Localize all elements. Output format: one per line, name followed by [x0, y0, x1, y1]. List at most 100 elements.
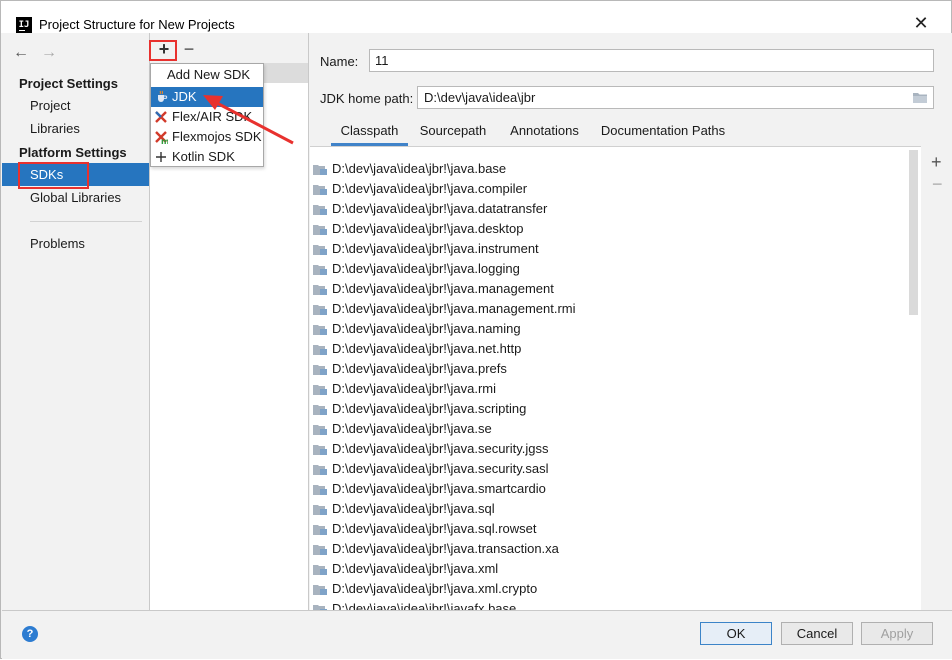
- add-path-plus-icon[interactable]: +: [931, 152, 942, 173]
- classpath-row-label: D:\dev\java\idea\jbr!\java.rmi: [332, 381, 497, 396]
- popup-item-label: JDK: [172, 89, 197, 104]
- jar-folder-icon: [313, 385, 327, 395]
- vertical-scrollbar[interactable]: [907, 147, 920, 611]
- jar-folder-icon: [313, 165, 327, 175]
- jar-folder-icon: [313, 365, 327, 375]
- sdks-highlight-box: [18, 162, 89, 189]
- name-label: Name:: [320, 54, 359, 69]
- jar-folder-icon: [313, 545, 327, 555]
- classpath-row[interactable]: D:\dev\java\idea\jbr!\java.naming: [312, 319, 521, 339]
- tab-documentation-paths[interactable]: Documentation Paths: [596, 118, 730, 146]
- classpath-row-label: D:\dev\java\idea\jbr!\java.datatransfer: [332, 201, 548, 216]
- forward-arrow-icon[interactable]: →: [40, 43, 58, 63]
- scrollbar-thumb[interactable]: [909, 150, 918, 315]
- classpath-row-label: D:\dev\java\idea\jbr!\java.net.http: [332, 341, 522, 356]
- classpath-row[interactable]: D:\dev\java\idea\jbr!\java.compiler: [312, 179, 527, 199]
- classpath-row[interactable]: D:\dev\java\idea\jbr!\java.transaction.x…: [312, 539, 559, 559]
- classpath-row-label: D:\dev\java\idea\jbr!\java.compiler: [332, 181, 528, 196]
- classpath-row[interactable]: D:\dev\java\idea\jbr!\java.smartcardio: [312, 479, 546, 499]
- flex-air-icon: [155, 111, 167, 123]
- tab-annotations[interactable]: Annotations: [499, 118, 590, 146]
- nav-item-project[interactable]: Project: [30, 96, 70, 116]
- folder-icon[interactable]: [912, 91, 928, 104]
- cancel-button[interactable]: Cancel: [781, 622, 853, 645]
- classpath-row-label: D:\dev\java\idea\jbr!\java.instrument: [332, 241, 539, 256]
- classpath-row-label: D:\dev\java\idea\jbr!\java.transaction.x…: [332, 541, 559, 556]
- back-arrow-icon[interactable]: ←: [12, 43, 30, 63]
- dialog-title: Project Structure for New Projects: [39, 17, 235, 32]
- jar-folder-icon: [313, 465, 327, 475]
- classpath-row-label: D:\dev\java\idea\jbr!\java.desktop: [332, 221, 524, 236]
- settings-nav: ← → Project Settings Project Libraries P…: [2, 33, 149, 610]
- classpath-row[interactable]: D:\dev\java\idea\jbr!\java.instrument: [312, 239, 539, 259]
- plus-icon: [156, 152, 166, 162]
- classpath-row-label: D:\dev\java\idea\jbr!\java.naming: [332, 321, 521, 336]
- ok-button[interactable]: OK: [700, 622, 772, 645]
- classpath-row-label: D:\dev\java\idea\jbr!\java.xml.crypto: [332, 581, 538, 596]
- close-icon[interactable]: ✕: [913, 14, 929, 32]
- classpath-row[interactable]: D:\dev\java\idea\jbr!\java.xml.crypto: [312, 579, 537, 599]
- flexmojos-icon: m: [155, 131, 168, 144]
- add-button-highlight-box: [149, 40, 177, 61]
- jdk-home-path-value: D:\dev\java\idea\jbr: [424, 90, 536, 105]
- jar-folder-icon: [313, 405, 327, 415]
- jdk-home-path-field[interactable]: D:\dev\java\idea\jbr: [417, 86, 934, 109]
- classpath-row[interactable]: D:\dev\java\idea\jbr!\java.rmi: [312, 379, 496, 399]
- classpath-row[interactable]: D:\dev\java\idea\jbr!\java.xml: [312, 559, 498, 579]
- jar-folder-icon: [313, 485, 327, 495]
- classpath-row[interactable]: D:\dev\java\idea\jbr!\java.scripting: [312, 399, 526, 419]
- classpath-row[interactable]: D:\dev\java\idea\jbr!\java.sql: [312, 499, 495, 519]
- nav-item-global-libraries[interactable]: Global Libraries: [30, 188, 121, 208]
- nav-item-problems[interactable]: Problems: [30, 234, 85, 254]
- remove-path-minus-icon[interactable]: −: [932, 174, 943, 195]
- jar-folder-icon: [313, 445, 327, 455]
- popup-item-jdk[interactable]: JDK: [151, 87, 263, 107]
- classpath-row[interactable]: D:\dev\java\idea\jbr!\java.datatransfer: [312, 199, 547, 219]
- classpath-row-label: D:\dev\java\idea\jbr!\java.logging: [332, 261, 520, 276]
- help-icon[interactable]: ?: [22, 626, 38, 642]
- classpath-row[interactable]: D:\dev\java\idea\jbr!\java.security.sasl: [312, 459, 549, 479]
- nav-group-project-settings: Project Settings: [19, 76, 118, 91]
- classpath-row-label: D:\dev\java\idea\jbr!\java.base: [332, 161, 507, 176]
- classpath-row[interactable]: D:\dev\java\idea\jbr!\java.base: [312, 159, 506, 179]
- popup-item-flexmojos[interactable]: m Flexmojos SDK: [151, 127, 263, 147]
- classpath-row[interactable]: D:\dev\java\idea\jbr!\java.security.jgss: [312, 439, 549, 459]
- nav-item-libraries[interactable]: Libraries: [30, 119, 80, 139]
- jar-folder-icon: [313, 425, 327, 435]
- classpath-row[interactable]: D:\dev\java\idea\jbr!\java.net.http: [312, 339, 521, 359]
- jar-folder-icon: [313, 185, 327, 195]
- classpath-row[interactable]: D:\dev\java\idea\jbr!\java.management: [312, 279, 554, 299]
- popup-item-label: Flexmojos SDK: [172, 129, 262, 144]
- jar-folder-icon: [313, 505, 327, 515]
- popup-item-flex-air[interactable]: Flex/AIR SDK: [151, 107, 263, 127]
- tab-classpath[interactable]: Classpath: [331, 118, 408, 146]
- classpath-row[interactable]: D:\dev\java\idea\jbr!\java.sql.rowset: [312, 519, 536, 539]
- classpath-row-label: D:\dev\java\idea\jbr!\java.security.sasl: [332, 461, 549, 476]
- jdk-home-label: JDK home path:: [320, 91, 414, 106]
- popup-item-label: Flex/AIR SDK: [172, 109, 253, 124]
- classpath-row[interactable]: D:\dev\java\idea\jbr!\java.se: [312, 419, 492, 439]
- classpath-row-label: D:\dev\java\idea\jbr!\java.xml: [332, 561, 499, 576]
- dialog-button-bar: ? OK Cancel Apply: [2, 610, 952, 659]
- classpath-row[interactable]: D:\dev\java\idea\jbr!\java.prefs: [312, 359, 507, 379]
- classpath-row[interactable]: D:\dev\java\idea\jbr!\java.management.rm…: [312, 299, 576, 319]
- classpath-row[interactable]: D:\dev\java\idea\jbr!\java.desktop: [312, 219, 524, 239]
- popup-header: Add New SDK: [167, 67, 251, 82]
- remove-sdk-minus-icon[interactable]: −: [180, 40, 198, 59]
- classpath-row-label: D:\dev\java\idea\jbr!\java.management: [332, 281, 554, 296]
- jar-folder-icon: [313, 345, 327, 355]
- classpath-row[interactable]: D:\dev\java\idea\jbr!\java.logging: [312, 259, 520, 279]
- classpath-list: D:\dev\java\idea\jbr!\java.base D:\dev\ja…: [310, 146, 921, 611]
- tab-sourcepath[interactable]: Sourcepath: [411, 118, 495, 146]
- classpath-row-label: D:\dev\java\idea\jbr!\java.smartcardio: [332, 481, 546, 496]
- jar-folder-icon: [313, 585, 327, 595]
- sdk-details-panel: Name: 11 JDK home path: D:\dev\java\idea…: [310, 33, 952, 611]
- jdk-cup-icon: [158, 90, 168, 102]
- intellij-logo-icon: IJ: [16, 17, 32, 33]
- sdk-name-input[interactable]: 11: [369, 49, 934, 72]
- jar-folder-icon: [313, 265, 327, 275]
- popup-item-kotlin[interactable]: Kotlin SDK: [151, 147, 263, 167]
- jar-folder-icon: [313, 225, 327, 235]
- classpath-row-label: D:\dev\java\idea\jbr!\java.se: [332, 421, 492, 436]
- add-new-sdk-popup: Add New SDK JDK Flex/AIR SDK m Flexmojos…: [150, 63, 264, 167]
